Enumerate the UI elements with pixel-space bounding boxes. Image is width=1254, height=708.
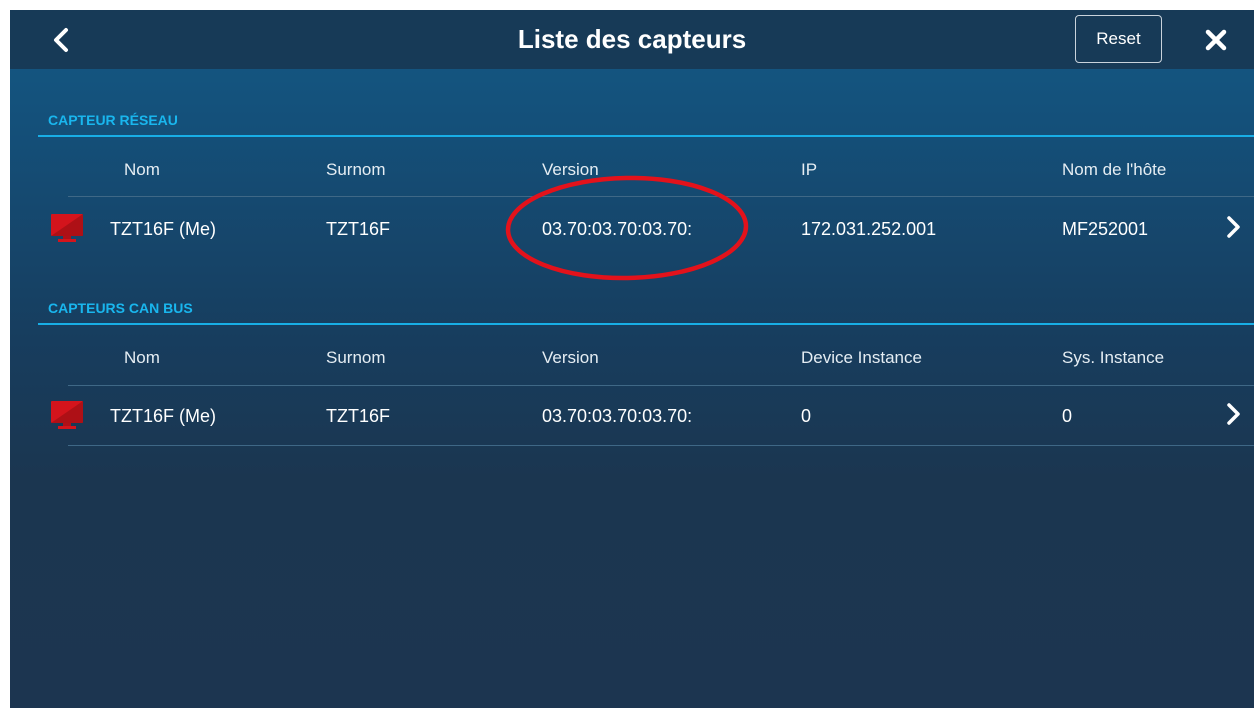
canbus-col-surnom: Surnom <box>326 348 386 367</box>
monitor-icon <box>51 401 83 429</box>
network-col-version: Version <box>542 160 599 179</box>
network-row-surnom: TZT16F <box>326 219 391 239</box>
network-header-divider <box>68 196 1254 197</box>
canbus-section-title: CAPTEURS CAN BUS <box>48 300 193 316</box>
network-col-ip: IP <box>801 160 818 179</box>
canbus-row-device-instance: 0 <box>801 406 812 426</box>
canbus-section-divider <box>38 323 1254 325</box>
network-col-surnom: Surnom <box>326 160 386 179</box>
back-button[interactable] <box>46 23 76 57</box>
canbus-row-nom: TZT16F (Me) <box>110 406 216 426</box>
header-bar: Liste des capteurs Reset <box>10 10 1254 69</box>
canbus-row-version: 03.70:03.70:03.70: <box>542 406 693 426</box>
network-row-version: 03.70:03.70:03.70: <box>542 219 693 239</box>
canbus-row-surnom: TZT16F <box>326 406 391 426</box>
network-row-hostname: MF252001 <box>1062 219 1149 239</box>
network-section-title: CAPTEUR RÉSEAU <box>48 112 178 128</box>
canbus-col-sys-instance: Sys. Instance <box>1062 348 1165 367</box>
canbus-row-sys-instance: 0 <box>1062 406 1073 426</box>
canbus-col-nom: Nom <box>124 348 160 367</box>
close-button[interactable] <box>1200 24 1232 56</box>
canbus-col-version: Version <box>542 348 599 367</box>
canbus-header-divider <box>68 385 1254 386</box>
network-section-divider <box>38 135 1254 137</box>
close-icon <box>1205 29 1227 51</box>
network-col-nom: Nom <box>124 160 160 179</box>
sensor-list-screen: Liste des capteurs Reset CAPTEUR RÉSEAU … <box>10 10 1254 708</box>
chevron-right-icon[interactable] <box>1223 215 1243 239</box>
chevron-left-icon <box>54 28 68 52</box>
canbus-col-device-instance: Device Instance <box>801 348 922 367</box>
reset-button[interactable]: Reset <box>1075 15 1162 63</box>
chevron-right-icon[interactable] <box>1223 402 1243 426</box>
network-col-hostname: Nom de l'hôte <box>1062 160 1167 179</box>
network-row-ip: 172.031.252.001 <box>801 219 937 239</box>
network-row-nom: TZT16F (Me) <box>110 219 216 239</box>
canbus-row-divider <box>68 445 1254 446</box>
page-title: Liste des capteurs <box>517 24 747 54</box>
monitor-icon <box>51 214 83 242</box>
